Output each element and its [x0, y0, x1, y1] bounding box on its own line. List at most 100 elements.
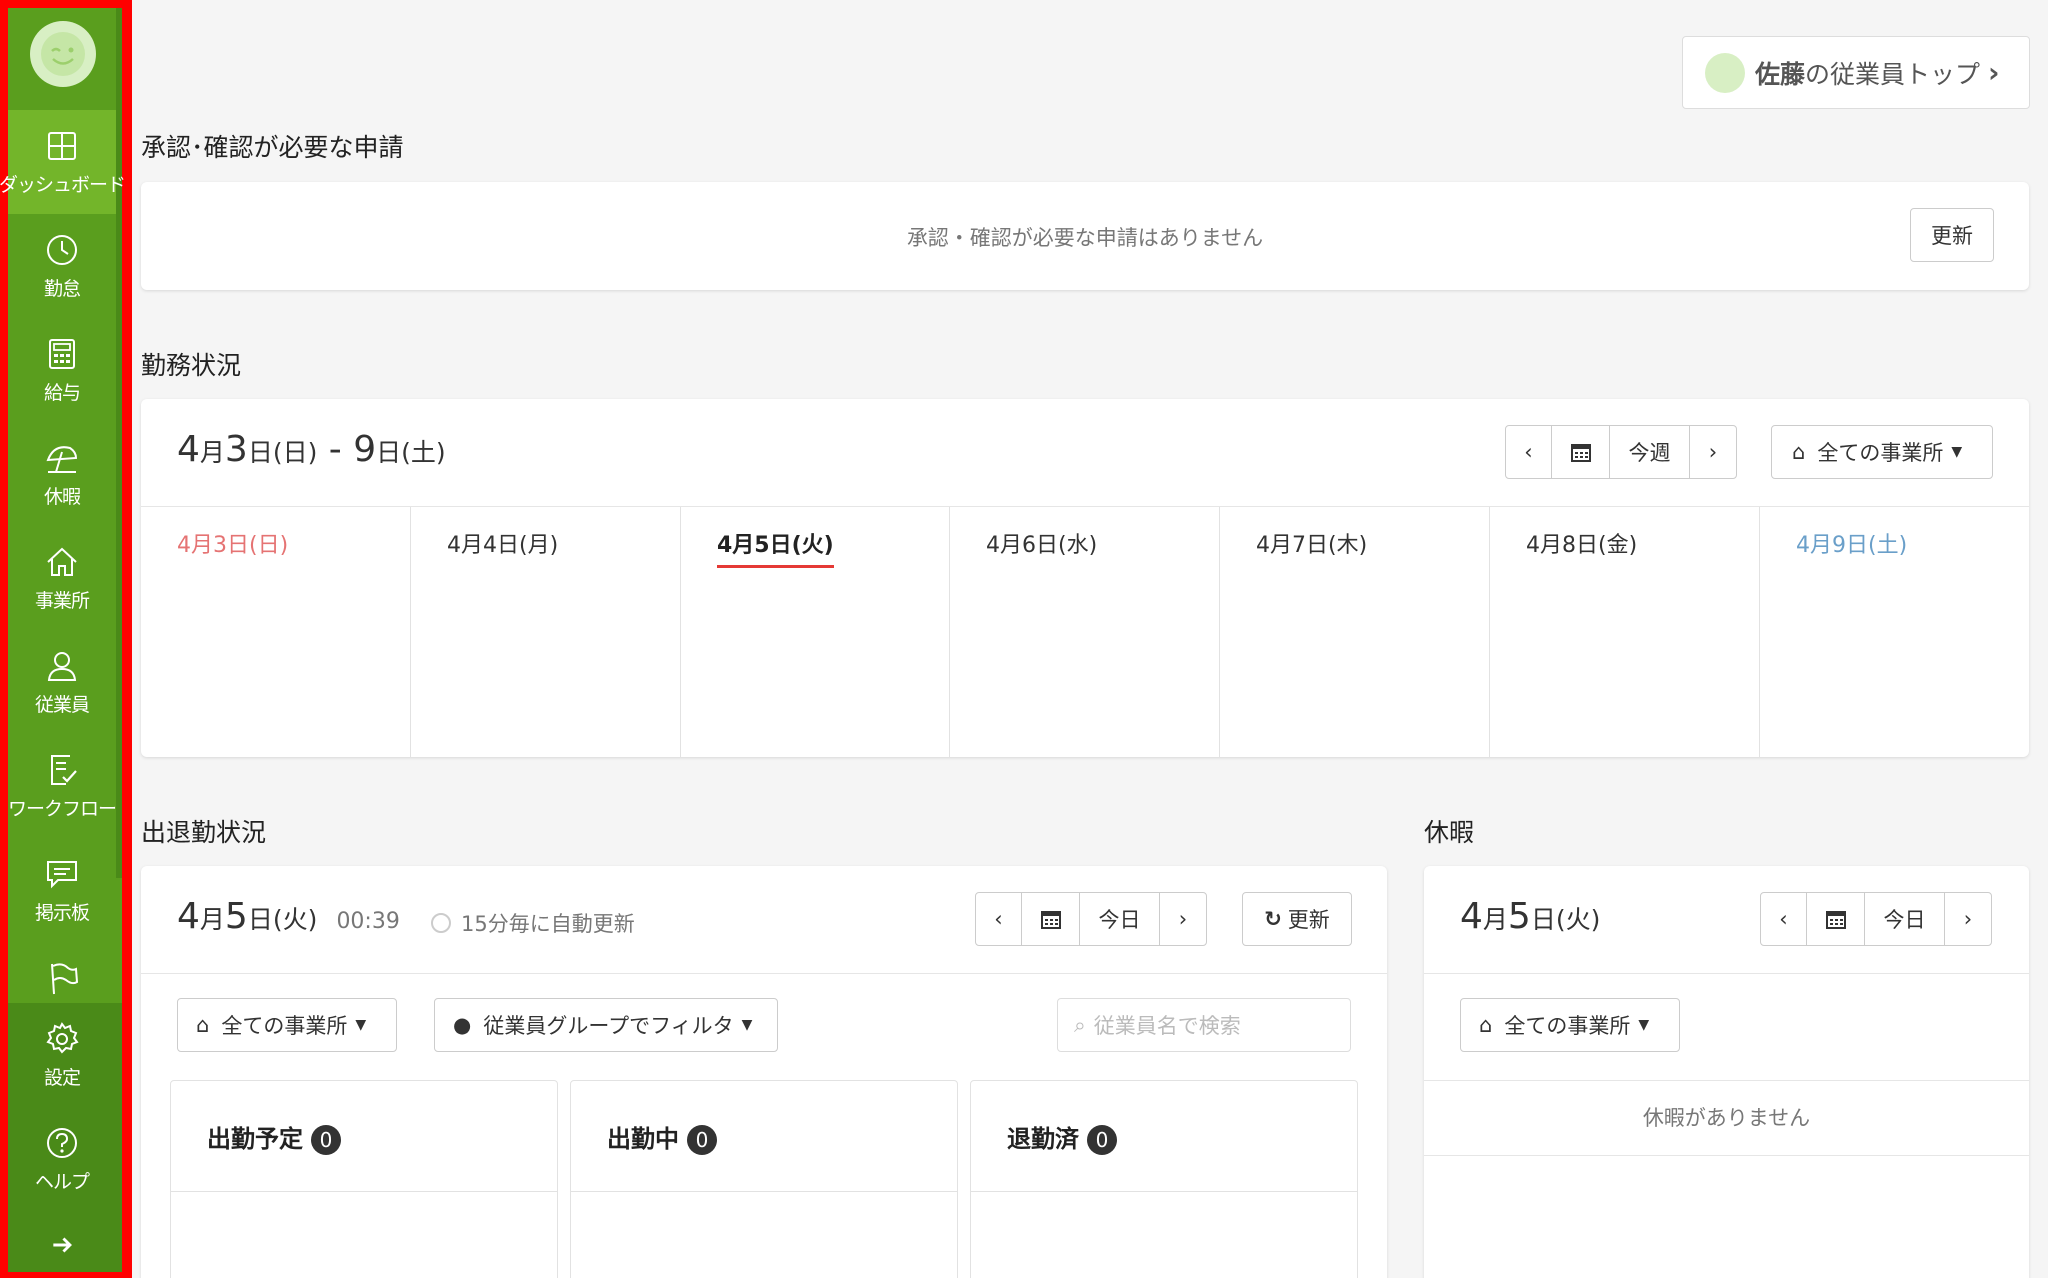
status-heading: 退勤済 0: [1007, 1119, 1117, 1155]
sidebar-item-label: 掲示板: [34, 901, 90, 924]
day-column[interactable]: 4月7日(木): [1220, 507, 1490, 757]
sidebar-item-label: 設定: [43, 1066, 81, 1089]
umbrella-icon: [46, 445, 78, 473]
sidebar-item-label: 給与: [43, 381, 81, 404]
week-calendar-button[interactable]: [1552, 426, 1610, 478]
prev-day-button[interactable]: ‹: [976, 893, 1022, 945]
attendance-office-filter[interactable]: ⌂ 全ての事業所 ▼: [177, 998, 397, 1052]
chevron-left-icon: ‹: [1779, 907, 1788, 931]
caret-down-icon: ▼: [741, 1017, 753, 1033]
status-heading: 出勤予定 0: [207, 1119, 341, 1155]
caret-down-icon: ▼: [1638, 1017, 1650, 1033]
week-grid: 4月3日(日) 4月4日(月) 4月5日(火) 4月6日(水) 4月7日(木) …: [141, 507, 2029, 757]
avatar: [1705, 52, 1745, 93]
day-label: 4月7日(木): [1256, 533, 1368, 558]
sidebar-item-label: 勤怠: [43, 277, 81, 300]
prev-week-button[interactable]: ‹: [1506, 426, 1552, 478]
day-calendar-button[interactable]: [1022, 893, 1080, 945]
sidebar-item-label: ダッシュボード: [0, 173, 126, 196]
employee-group-filter[interactable]: ● 従業員グループでフィルタ ▼: [434, 998, 778, 1052]
leave-day-nav: ‹ 今日 ›: [1760, 892, 1992, 946]
caret-down-icon: ▼: [1951, 444, 1963, 460]
divider: [141, 973, 1387, 974]
employee-top-button[interactable]: 佐藤 の従業員トップ ›: [1682, 36, 2030, 109]
chevron-right-icon: ›: [1963, 907, 1973, 931]
day-column[interactable]: 4月3日(日): [141, 507, 411, 757]
home-icon: ⌂: [1479, 1013, 1493, 1037]
approvals-title: 承認･確認が必要な申請: [141, 133, 404, 162]
calendar-icon: [1825, 911, 1846, 929]
employee-name: 佐藤: [1755, 59, 1806, 89]
next-week-button[interactable]: ›: [1690, 426, 1736, 478]
logo[interactable]: [30, 21, 96, 87]
today-button[interactable]: 今日: [1080, 893, 1160, 945]
sidebar-item-bulletin[interactable]: 掲示板: [8, 838, 116, 942]
day-column[interactable]: 4月8日(金): [1490, 507, 1760, 757]
week-nav: ‹ 今週 ›: [1505, 425, 1737, 479]
sidebar-item-attendance[interactable]: 勤怠: [8, 214, 116, 318]
sidebar-item-workflow[interactable]: ワークフロー: [8, 734, 117, 838]
work-office-filter[interactable]: ⌂ 全ての事業所 ▼: [1771, 425, 1993, 479]
divider: [971, 1191, 1357, 1192]
prev-day-button[interactable]: ‹: [1761, 893, 1807, 945]
day-column[interactable]: 4月4日(月): [411, 507, 681, 757]
today-button[interactable]: 今日: [1865, 893, 1945, 945]
divider: [1424, 1155, 2029, 1156]
leave-title: 休暇: [1424, 818, 1475, 847]
divider: [171, 1191, 557, 1192]
day-column[interactable]: 4月5日(火): [681, 507, 950, 757]
divider: [1424, 973, 2029, 974]
sidebar-item-settings[interactable]: 設定: [8, 1003, 116, 1107]
sidebar-highlight: ダッシュボード 勤怠 給与 休暇 事業所 従業員 ワークフロー 掲示板 設定 ヘ…: [0, 0, 132, 1278]
sidebar-scrollbar[interactable]: [116, 8, 122, 878]
chevron-left-icon: ‹: [1524, 440, 1533, 464]
attendance-card: 4月5日(火) 00:39 15分毎に自動更新 ‹ 今日 › ↻ 更新 ⌂ 全て…: [141, 866, 1387, 1278]
work-status-title: 勤務状況: [141, 351, 242, 380]
sidebar-item-help[interactable]: ヘルプ: [8, 1107, 116, 1211]
next-day-button[interactable]: ›: [1160, 893, 1206, 945]
dashboard-icon: [48, 131, 76, 160]
approvals-refresh-button[interactable]: 更新: [1910, 208, 1994, 262]
divider: [571, 1191, 957, 1192]
user-icon: [47, 651, 77, 681]
search-placeholder: 従業員名で検索: [1093, 1014, 1241, 1038]
day-label: 4月4日(月): [447, 533, 559, 558]
chevron-left-icon: ‹: [994, 907, 1003, 931]
clock-icon: [47, 234, 77, 265]
day-calendar-button[interactable]: [1807, 893, 1865, 945]
sidebar-item-dashboard[interactable]: ダッシュボード: [0, 110, 126, 214]
sidebar-item-leave[interactable]: 休暇: [8, 422, 116, 526]
smile-logo-icon: [41, 32, 85, 76]
chevron-right-icon: ›: [1988, 56, 2000, 89]
attendance-title: 出退勤状況: [141, 818, 267, 847]
week-range: 4月3日(日) - 9日(土): [177, 429, 446, 470]
leave-office-filter[interactable]: ⌂ 全ての事業所 ▼: [1460, 998, 1680, 1052]
day-column[interactable]: 4月6日(水): [950, 507, 1220, 757]
sidebar-item-offices[interactable]: 事業所: [8, 526, 116, 630]
approvals-card: 承認・確認が必要な申請はありません 更新: [141, 182, 2029, 290]
day-column[interactable]: 4月9日(土): [1760, 507, 2029, 757]
office-filter-label: 全ての事業所: [1817, 441, 1944, 465]
next-day-button[interactable]: ›: [1945, 893, 1991, 945]
attendance-refresh-button[interactable]: ↻ 更新: [1242, 892, 1352, 946]
divider: [1424, 1080, 2029, 1081]
count-badge: 0: [1087, 1125, 1117, 1155]
auto-update-note: 15分毎に自動更新: [431, 908, 635, 938]
sidebar-item-payroll[interactable]: 給与: [8, 318, 116, 422]
this-week-button[interactable]: 今週: [1610, 426, 1690, 478]
sidebar-item-employees[interactable]: 従業員: [8, 630, 116, 734]
sidebar-item-label: ヘルプ: [34, 1170, 90, 1193]
home-icon: ⌂: [1792, 440, 1806, 464]
employee-search-input[interactable]: ⌕ 従業員名で検索: [1057, 998, 1351, 1052]
status-column-working: 出勤中 0: [570, 1080, 958, 1278]
sidebar-expand-button[interactable]: [8, 1227, 116, 1263]
chevron-right-icon: ›: [1708, 440, 1718, 464]
status-column-scheduled: 出勤予定 0: [170, 1080, 558, 1278]
sidebar-item-label: 事業所: [34, 589, 90, 612]
calculator-icon: [49, 338, 75, 369]
day-label: 4月9日(土): [1796, 533, 1908, 558]
sidebar-item-label: 休暇: [43, 485, 81, 508]
calendar-icon: [1570, 444, 1591, 462]
sidebar-item-flag[interactable]: [8, 942, 116, 1002]
timer-icon: [431, 913, 451, 933]
